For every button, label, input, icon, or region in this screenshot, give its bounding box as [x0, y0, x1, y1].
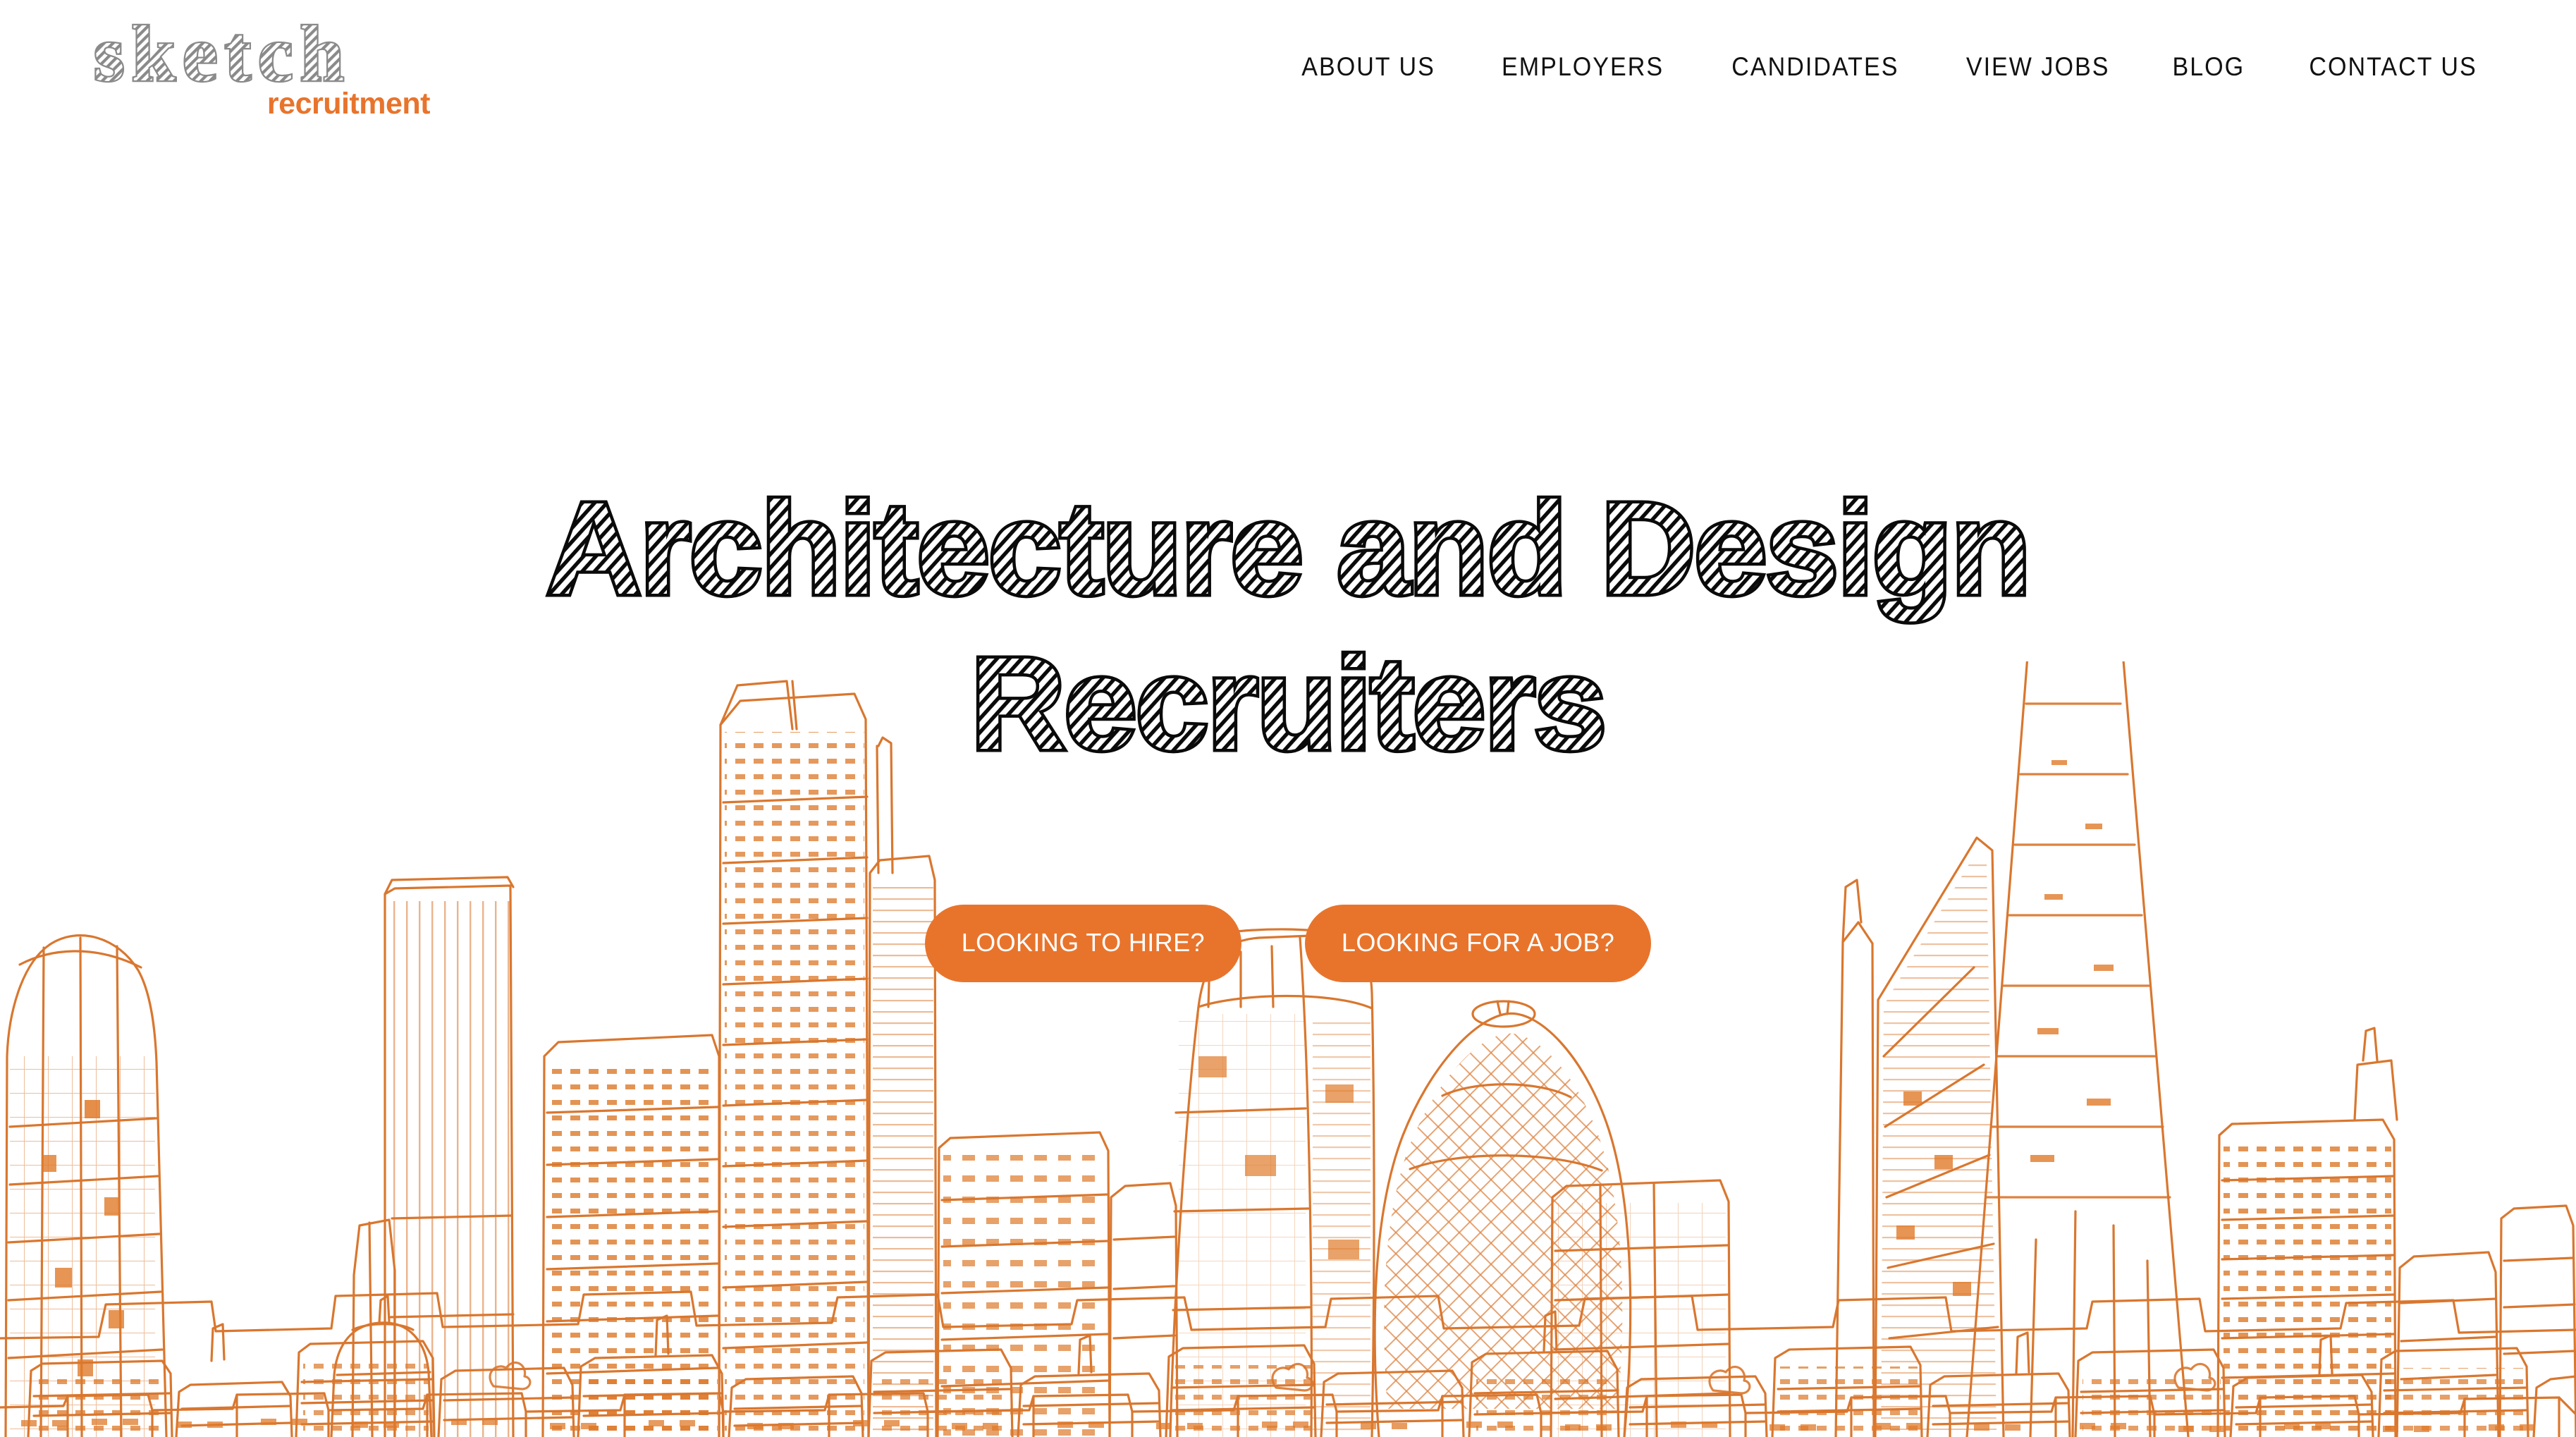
site-header: sketch recruitment ABOUT US EMPLOYERS CA… [0, 0, 2576, 152]
hero-section: .ln { fill:none; stroke:#d9772f; stroke-… [0, 0, 2576, 1437]
logo-recruitment-text: recruitment [266, 87, 431, 121]
hero-cta-group: LOOKING TO HIRE? LOOKING FOR A JOB? [0, 905, 2576, 982]
looking-to-hire-button[interactable]: LOOKING TO HIRE? [924, 905, 1241, 982]
nav-blog[interactable]: BLOG [2148, 52, 2270, 82]
svg-text:Architecture and Design: Architecture and Design [546, 476, 2030, 622]
page-root: .ln { fill:none; stroke:#d9772f; stroke-… [0, 0, 2576, 1437]
svg-text:sketch: sketch [94, 16, 351, 93]
svg-text:Recruiters: Recruiters [971, 631, 1605, 777]
page-title: Architecture and Design Recruiters [0, 474, 2576, 812]
looking-for-a-job-button[interactable]: LOOKING FOR A JOB? [1304, 905, 1652, 982]
primary-navigation: ABOUT US EMPLOYERS CANDIDATES VIEW JOBS … [1269, 52, 2511, 82]
nav-employers[interactable]: EMPLOYERS [1477, 52, 1688, 82]
hero-heading-artwork: Architecture and Design Recruiters [544, 474, 2035, 781]
nav-contact-us[interactable]: CONTACT US [2284, 52, 2501, 82]
nav-candidates[interactable]: CANDIDATES [1707, 52, 1924, 82]
hero-content: Architecture and Design Recruiters LOOKI… [0, 0, 2576, 1437]
nav-view-jobs[interactable]: VIEW JOBS [1942, 52, 2134, 82]
nav-about-us[interactable]: ABOUT US [1277, 52, 1460, 82]
site-logo[interactable]: sketch recruitment [94, 16, 446, 119]
logo-sketch-wordmark: sketch [94, 16, 351, 93]
